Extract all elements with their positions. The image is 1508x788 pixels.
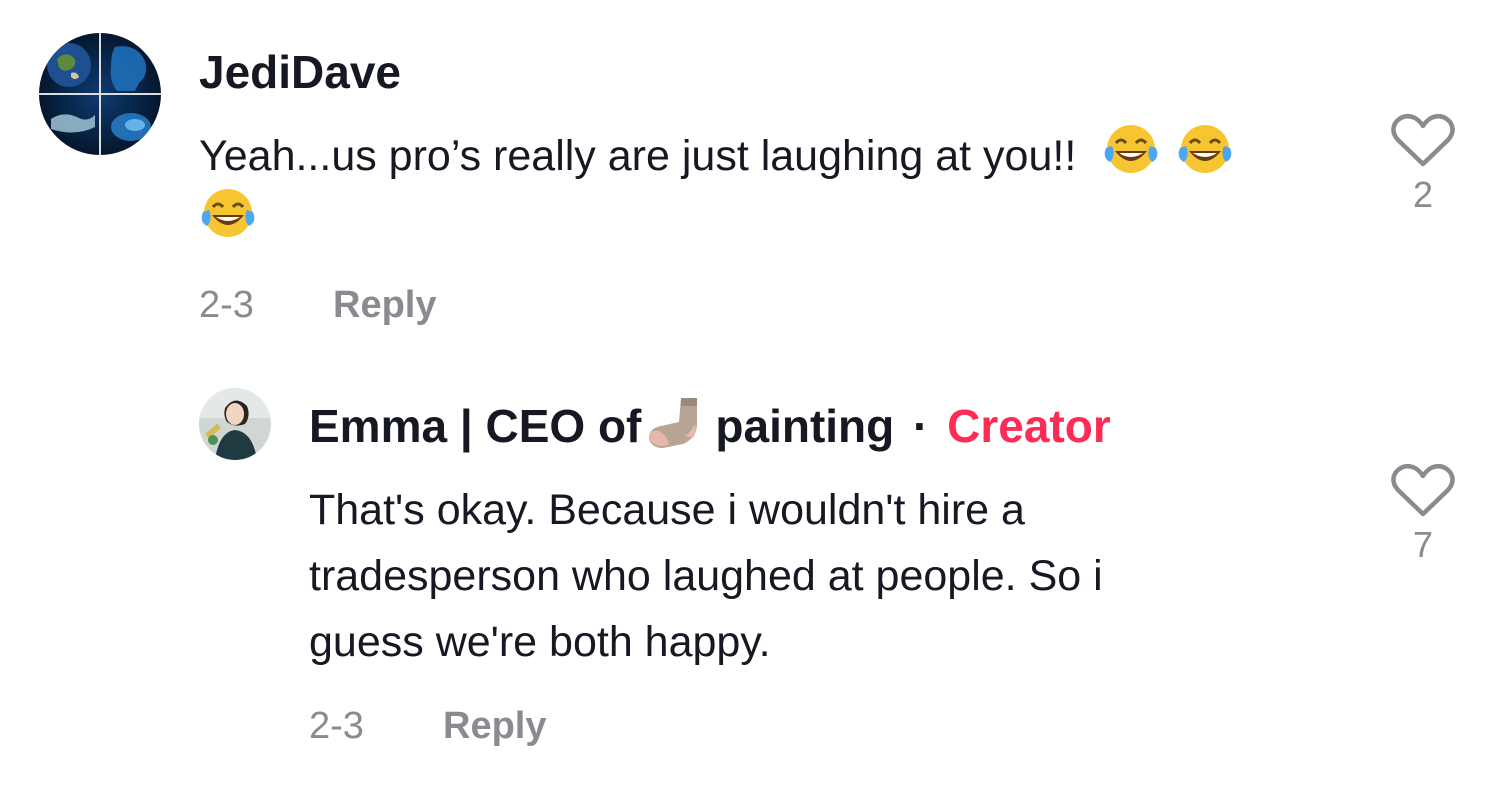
comment-username[interactable]: Emma | CEO of painting · Creator — [309, 396, 1111, 462]
username-text: Emma | CEO of — [309, 400, 642, 452]
comment-text-line: guess we're both happy. — [309, 618, 771, 666]
reply-button[interactable]: Reply — [333, 282, 436, 328]
sock-icon — [647, 396, 707, 462]
like-button[interactable]: 2 — [1388, 112, 1458, 215]
like-button[interactable]: 7 — [1388, 462, 1458, 565]
face-with-tears-of-joy-icon — [1102, 122, 1160, 180]
username-text: painting — [715, 400, 895, 452]
like-count: 2 — [1412, 174, 1434, 215]
comment-text-line: That's okay. Because i wouldn't hire a — [309, 486, 1025, 534]
reply-button[interactable]: Reply — [443, 703, 546, 749]
avatar[interactable] — [39, 33, 161, 155]
comment-text-line: tradesperson who laughed at people. So i — [309, 552, 1103, 600]
comment-text: That's okay. Because i wouldn't hire a t… — [309, 477, 1103, 675]
comment-date: 2-3 — [309, 705, 364, 747]
comment-text: Yeah...us pro’s really are just laughing… — [199, 122, 1234, 189]
comment-text-emoji-line — [199, 186, 257, 253]
face-with-tears-of-joy-icon — [1176, 122, 1234, 180]
like-count: 7 — [1412, 524, 1434, 565]
creator-badge: Creator — [947, 400, 1111, 452]
heart-outline-icon — [1388, 112, 1458, 175]
comment-username[interactable]: JediDave — [199, 44, 401, 100]
face-with-tears-of-joy-icon — [199, 186, 257, 244]
comment-text-line: Yeah...us pro’s really are just laughing… — [199, 132, 1077, 180]
separator-dot: · — [913, 400, 929, 452]
avatar[interactable] — [199, 388, 271, 460]
comment-date: 2-3 — [199, 284, 254, 326]
heart-outline-icon — [1388, 462, 1458, 525]
